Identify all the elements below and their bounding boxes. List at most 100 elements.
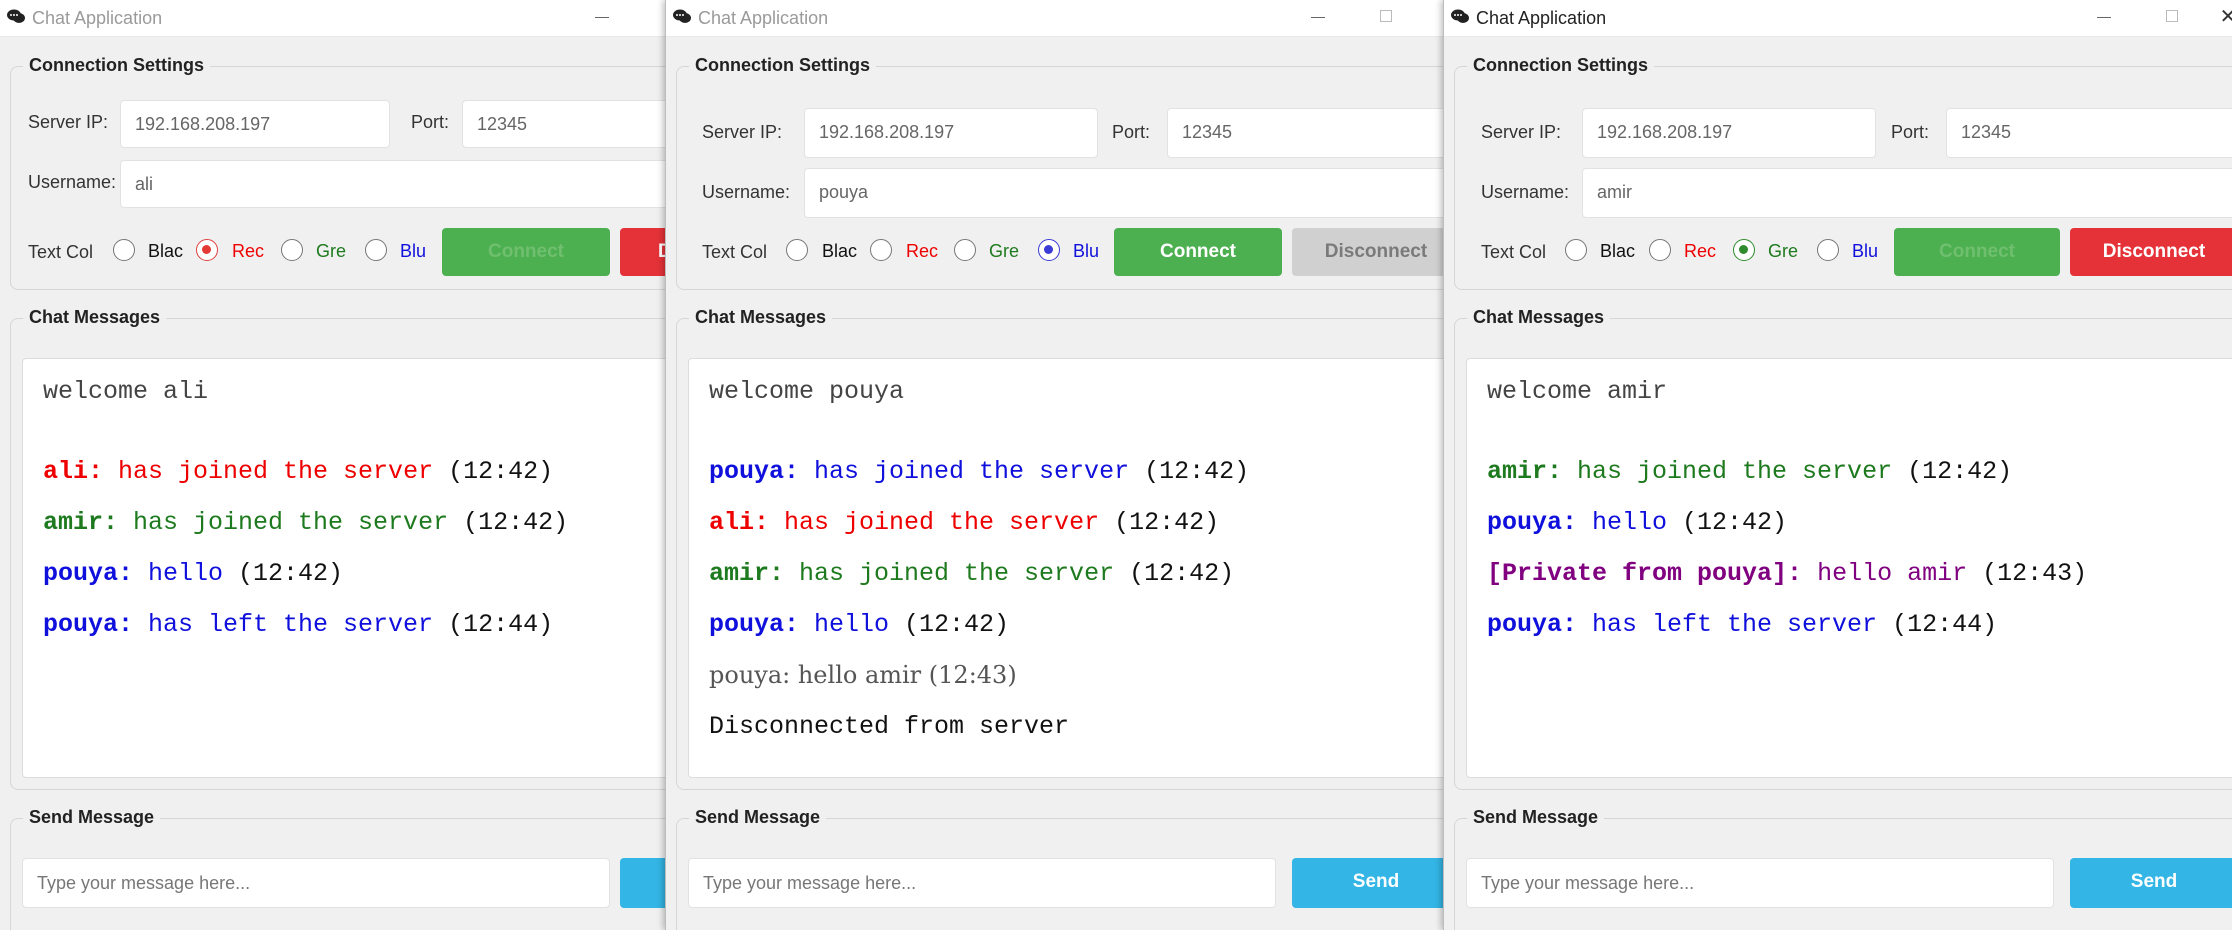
color-radio-black-label: Blac <box>148 241 184 261</box>
port-input[interactable]: 12345 <box>1946 108 2232 158</box>
section-title: Connection Settings <box>689 55 876 76</box>
window-title: Chat Application <box>1476 8 1607 28</box>
color-radio-red-label: Rec <box>232 241 265 261</box>
message-input[interactable]: Type your message here... <box>1466 858 2054 908</box>
color-radio-green-label: Gre <box>316 241 347 261</box>
welcome-message: welcome ali <box>43 377 209 406</box>
server-ip-input[interactable]: 192.168.208.197 <box>804 108 1098 158</box>
title-bar[interactable]: Chat Application <box>666 0 1444 37</box>
maximize-icon[interactable] <box>2160 6 2184 28</box>
color-radio-blue-label: Blu <box>400 241 427 261</box>
chat-message: pouya: has joined the server (12:42) <box>709 457 1250 486</box>
chat-message: pouya: has left the server (12:44) <box>1487 610 1998 639</box>
connect-button[interactable]: Connect <box>442 228 610 276</box>
maximize-icon[interactable] <box>1374 6 1398 28</box>
chat-message: pouya: hello amir (12:43) <box>709 661 1017 689</box>
title-bar[interactable]: Chat Application <box>0 0 665 37</box>
chat-bubbles-icon <box>7 9 25 23</box>
chat-message: pouya: hello (12:42) <box>43 559 344 588</box>
minimize-icon[interactable] <box>590 6 614 28</box>
close-icon[interactable]: ✕ <box>2216 6 2232 28</box>
text-color-label: Text Col <box>28 242 94 262</box>
color-radio-red-label: Rec <box>1684 241 1717 261</box>
color-radio-red-label: Rec <box>906 241 939 261</box>
welcome-message: welcome pouya <box>709 377 905 406</box>
color-radio-red[interactable] <box>1649 239 1671 261</box>
username-input[interactable]: amir <box>1582 168 2232 218</box>
send-button[interactable] <box>620 858 665 908</box>
send-button[interactable]: Send <box>1292 858 1444 908</box>
chat-window-pouya: Chat Application Connection Settings Ser… <box>665 0 1444 930</box>
color-radio-red[interactable] <box>196 239 218 261</box>
color-radio-black[interactable] <box>1565 239 1587 261</box>
chat-message: ali: has joined the server (12:42) <box>43 457 554 486</box>
connect-button[interactable]: Connect <box>1114 228 1282 276</box>
chat-message: pouya: has left the server (12:44) <box>43 610 554 639</box>
color-radio-green-label: Gre <box>989 241 1020 261</box>
color-radio-blue[interactable] <box>1817 239 1839 261</box>
server-ip-input[interactable]: 192.168.208.197 <box>1582 108 1876 158</box>
color-radio-black[interactable] <box>113 239 135 261</box>
connect-button[interactable]: Connect <box>1894 228 2060 276</box>
chat-window-amir: Chat Application ✕ Connection Settings S… <box>1443 0 2232 930</box>
section-title: Connection Settings <box>1467 55 1654 76</box>
color-radio-green[interactable] <box>954 239 976 261</box>
send-button[interactable]: Send <box>2070 858 2232 908</box>
status-message: Disconnected from server <box>709 712 1070 741</box>
username-input[interactable]: ali <box>120 160 665 208</box>
color-radio-black-label: Blac <box>1600 241 1636 261</box>
port-input[interactable]: 12345 <box>1167 108 1444 158</box>
chat-display[interactable]: welcome amir amir: has joined the server… <box>1466 358 2232 778</box>
chat-bubbles-icon <box>673 9 691 23</box>
chat-display[interactable]: welcome ali ali: has joined the server (… <box>22 358 665 778</box>
color-radio-red[interactable] <box>870 239 892 261</box>
color-radio-blue[interactable] <box>1038 239 1060 261</box>
color-radio-green-label: Gre <box>1768 241 1799 261</box>
message-input[interactable]: Type your message here... <box>688 858 1276 908</box>
disconnect-button[interactable]: D <box>620 228 665 276</box>
username-input[interactable]: pouya <box>804 168 1444 218</box>
disconnect-button[interactable]: Disconnect <box>2070 228 2232 276</box>
chat-message: amir: has joined the server (12:42) <box>1487 457 2013 486</box>
section-title: Send Message <box>1467 807 1605 828</box>
color-radio-green[interactable] <box>281 239 303 261</box>
chat-message: amir: has joined the server (12:42) <box>43 508 569 537</box>
color-radio-blue-label: Blu <box>1852 241 1879 261</box>
color-radio-black-label: Blac <box>822 241 858 261</box>
username-label: Username: <box>28 172 117 192</box>
chat-display[interactable]: welcome pouya pouya: has joined the serv… <box>688 358 1444 778</box>
section-title: Chat Messages <box>1467 307 1611 328</box>
text-color-label: Text Col <box>702 242 768 262</box>
server-ip-label: Server IP: <box>702 122 783 142</box>
private-message: [Private from pouya]: hello amir (12:43) <box>1487 559 2088 588</box>
port-label: Port: <box>411 112 450 132</box>
color-radio-blue[interactable] <box>365 239 387 261</box>
section-title: Connection Settings <box>23 55 210 76</box>
port-label: Port: <box>1891 122 1930 142</box>
disconnect-button[interactable]: Disconnect <box>1292 228 1444 276</box>
window-title: Chat Application <box>32 8 163 28</box>
text-color-label: Text Col <box>1481 242 1547 262</box>
server-ip-label: Server IP: <box>1481 122 1562 142</box>
color-radio-blue-label: Blu <box>1073 241 1100 261</box>
username-label: Username: <box>1481 182 1570 202</box>
welcome-message: welcome amir <box>1487 377 1668 406</box>
color-radio-black[interactable] <box>786 239 808 261</box>
section-title: Chat Messages <box>689 307 833 328</box>
port-input[interactable]: 12345 <box>462 100 665 148</box>
username-label: Username: <box>702 182 791 202</box>
message-input[interactable]: Type your message here... <box>22 858 610 908</box>
server-ip-input[interactable]: 192.168.208.197 <box>120 100 390 148</box>
minimize-icon[interactable] <box>1306 6 1330 28</box>
section-title: Chat Messages <box>23 307 167 328</box>
port-label: Port: <box>1112 122 1151 142</box>
chat-bubbles-icon <box>1451 9 1469 23</box>
chat-message: pouya: hello (12:42) <box>1487 508 1788 537</box>
window-title: Chat Application <box>698 8 829 28</box>
section-title: Send Message <box>689 807 827 828</box>
section-title: Send Message <box>23 807 161 828</box>
minimize-icon[interactable] <box>2092 6 2116 28</box>
chat-message: amir: has joined the server (12:42) <box>709 559 1235 588</box>
color-radio-green[interactable] <box>1733 239 1755 261</box>
title-bar[interactable]: Chat Application ✕ <box>1444 0 2232 37</box>
